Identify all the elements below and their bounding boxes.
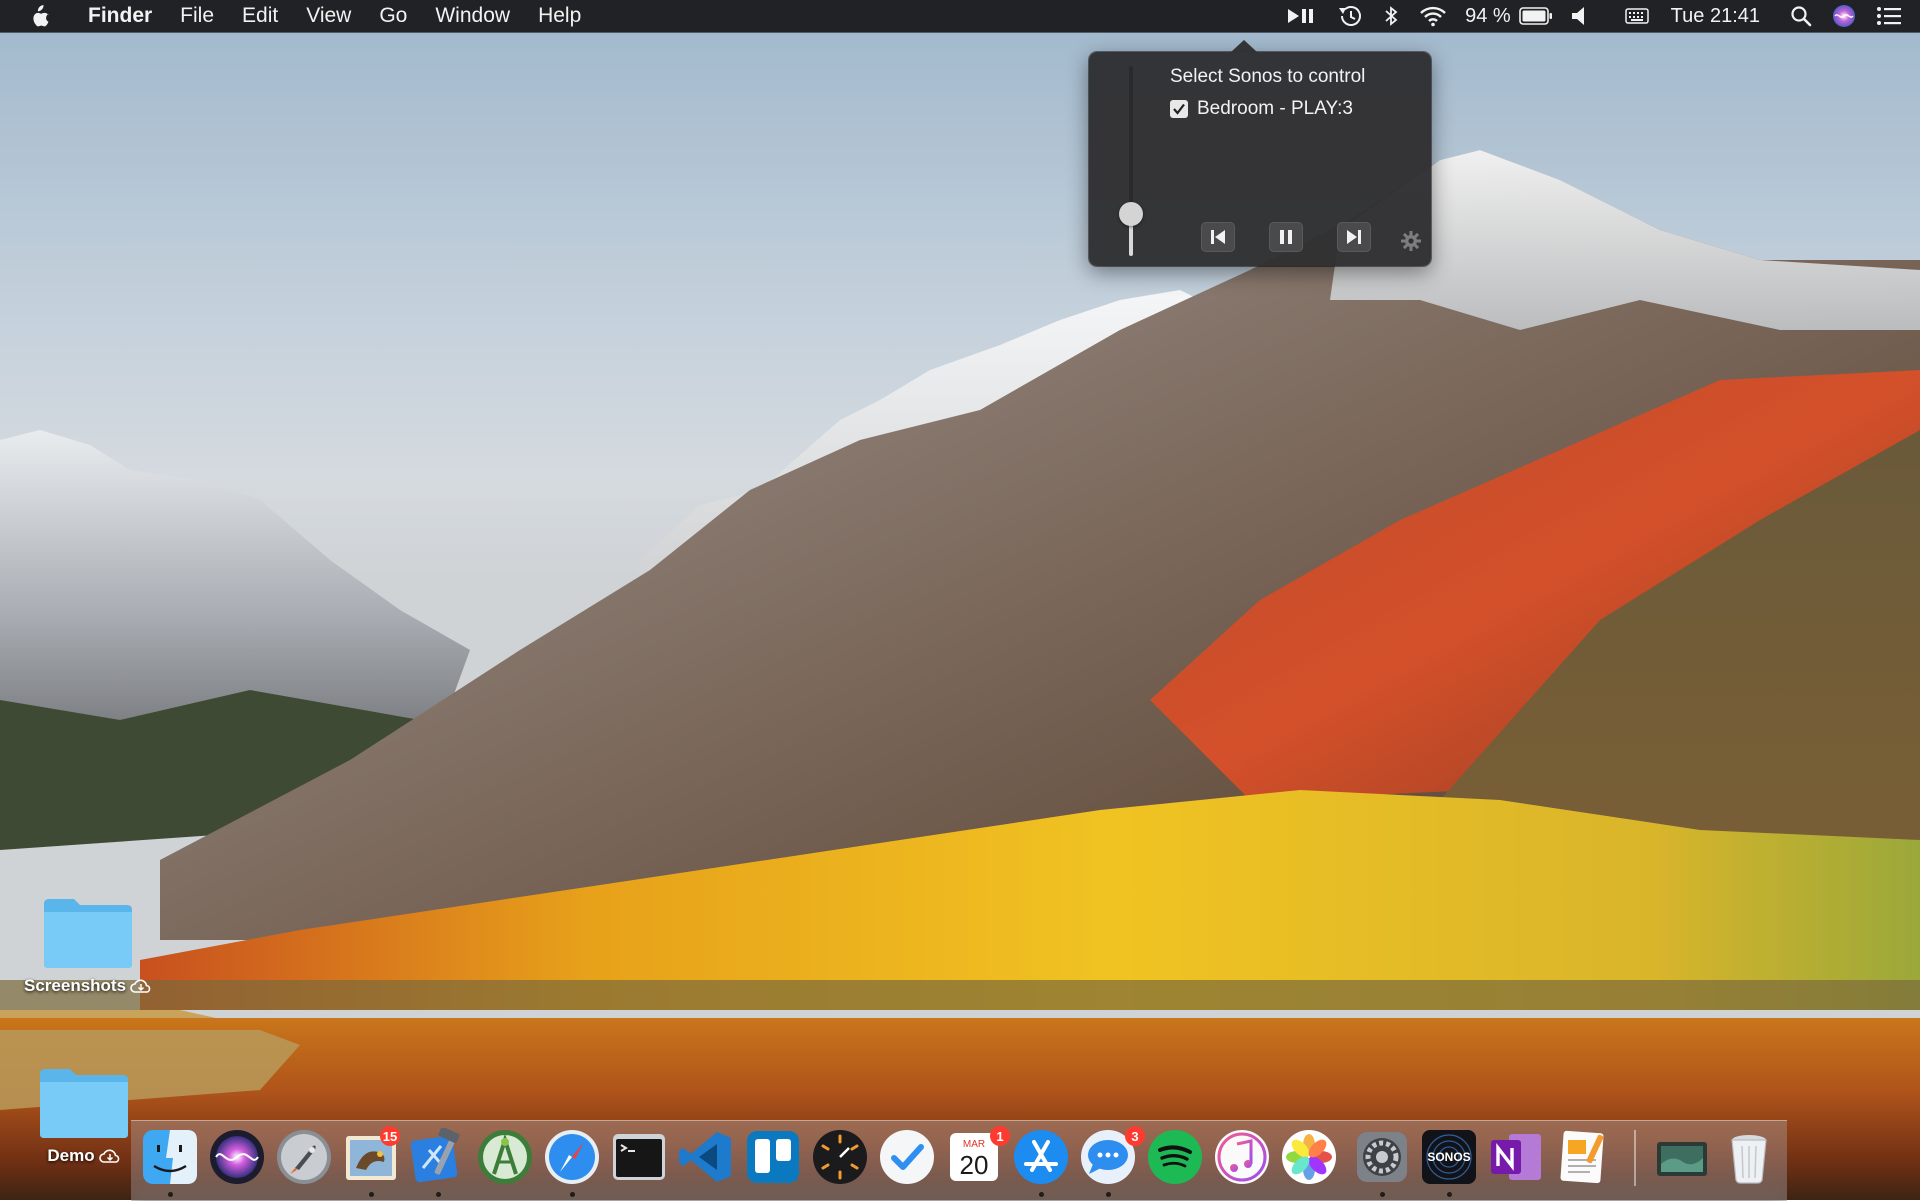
desktop-wallpaper	[0, 0, 1920, 1200]
dock-running-indicator	[1106, 1192, 1111, 1197]
next-track-icon	[1347, 230, 1361, 244]
speaker-row-bedroom[interactable]: Bedroom - PLAY:3	[1170, 98, 1353, 120]
icloud-icon	[130, 979, 151, 993]
menu-bar-left: Finder File Edit View Go Window Help	[0, 0, 595, 32]
pause-icon	[1280, 230, 1292, 244]
app-store-icon[interactable]	[1012, 1128, 1070, 1186]
launchpad-icon[interactable]	[275, 1128, 333, 1186]
volume-slider[interactable]	[1119, 66, 1143, 256]
sonos-wordmark: SONOS	[1427, 1150, 1470, 1164]
menu-help[interactable]: Help	[524, 0, 595, 32]
menu-file[interactable]: File	[166, 0, 228, 32]
keyboard-icon[interactable]	[1609, 0, 1665, 32]
menu-edit[interactable]: Edit	[228, 0, 292, 32]
dock-running-indicator	[436, 1192, 441, 1197]
downloads-stack-icon[interactable]	[1653, 1128, 1711, 1186]
menu-view[interactable]: View	[292, 0, 365, 32]
clock-app-icon[interactable]	[811, 1128, 869, 1186]
folder-name-demo: Demo	[47, 1146, 95, 1165]
xcode-icon[interactable]	[409, 1128, 467, 1186]
system-preferences-icon[interactable]	[1353, 1128, 1411, 1186]
photos-icon[interactable]	[1280, 1128, 1338, 1186]
spotify-icon[interactable]	[1146, 1128, 1204, 1186]
menu-bar-status-area: 94 % Tue 21:41	[1275, 0, 1920, 32]
desktop-folder-screenshots[interactable]: Screenshots	[24, 896, 152, 996]
calendar-month: MAR	[963, 1139, 985, 1150]
android-studio-icon[interactable]	[476, 1128, 534, 1186]
safari-icon[interactable]	[543, 1128, 601, 1186]
popover-title: Select Sonos to control	[1170, 66, 1366, 87]
search-icon[interactable]	[1780, 0, 1822, 32]
apple-logo-icon[interactable]	[30, 3, 52, 29]
menu-app-finder[interactable]: Finder	[74, 0, 166, 32]
icloud-icon	[98, 1149, 119, 1163]
sonos-icon[interactable]: SONOS	[1420, 1128, 1478, 1186]
folder-name-screenshots: Screenshots	[24, 976, 127, 995]
battery-percent[interactable]: 94 %	[1457, 0, 1515, 32]
bluetooth-icon[interactable]	[1373, 0, 1409, 32]
onenote-icon[interactable]	[1487, 1128, 1545, 1186]
folder-icon	[40, 1069, 128, 1138]
trello-icon[interactable]	[744, 1128, 802, 1186]
battery-icon[interactable]	[1515, 0, 1563, 32]
dock-running-indicator	[570, 1192, 575, 1197]
menu-bar-clock[interactable]: Tue 21:41	[1665, 0, 1780, 32]
things-icon[interactable]	[878, 1128, 936, 1186]
volume-icon[interactable]	[1563, 0, 1609, 32]
calendar-badge: 1	[990, 1126, 1010, 1146]
play-pause-icon[interactable]	[1275, 0, 1327, 32]
dock-running-indicator	[168, 1192, 173, 1197]
itunes-icon[interactable]	[1213, 1128, 1271, 1186]
calendar-day: 20	[960, 1150, 989, 1180]
siri-icon[interactable]	[208, 1128, 266, 1186]
messages-badge: 3	[1125, 1126, 1145, 1146]
wifi-icon[interactable]	[1409, 0, 1457, 32]
time-machine-icon[interactable]	[1327, 0, 1373, 32]
checkmark-icon	[1173, 103, 1185, 115]
pages-icon[interactable]	[1554, 1128, 1612, 1186]
folder-icon	[44, 899, 133, 968]
speaker-checkbox[interactable]	[1170, 100, 1188, 118]
previous-track-button[interactable]	[1201, 222, 1235, 252]
next-track-button[interactable]	[1337, 222, 1371, 252]
volume-slider-knob[interactable]	[1119, 202, 1143, 227]
speaker-label: Bedroom - PLAY:3	[1197, 98, 1353, 119]
menu-window[interactable]: Window	[421, 0, 524, 32]
mail-badge: 15	[380, 1126, 400, 1146]
gear-icon[interactable]	[1400, 230, 1422, 252]
dock-running-indicator	[1447, 1192, 1452, 1197]
wallpaper-landscape	[0, 150, 1920, 1200]
menu-go[interactable]: Go	[365, 0, 421, 32]
notification-center-icon[interactable]	[1866, 0, 1920, 32]
dock-running-indicator	[1039, 1192, 1044, 1197]
siri-icon[interactable]	[1822, 0, 1866, 32]
dock-running-indicator	[369, 1192, 374, 1197]
dock-separator	[1634, 1130, 1636, 1186]
previous-track-icon	[1211, 230, 1225, 244]
vscode-icon[interactable]	[677, 1128, 735, 1186]
popover-arrow	[1231, 40, 1257, 52]
menu-bar: Finder File Edit View Go Window Help 94 …	[0, 0, 1920, 32]
sonos-popover: Select Sonos to control Bedroom - PLAY:3	[1089, 40, 1431, 266]
finder-icon[interactable]	[141, 1128, 199, 1186]
desktop-icon-label: Demo	[47, 1146, 120, 1166]
desktop-folder-demo[interactable]: Demo	[38, 1066, 130, 1166]
dock-running-indicator	[1380, 1192, 1385, 1197]
desktop-icon-label: Screenshots	[24, 976, 152, 996]
pause-button[interactable]	[1269, 222, 1303, 252]
trash-icon[interactable]	[1720, 1128, 1778, 1186]
terminal-icon[interactable]	[610, 1128, 668, 1186]
